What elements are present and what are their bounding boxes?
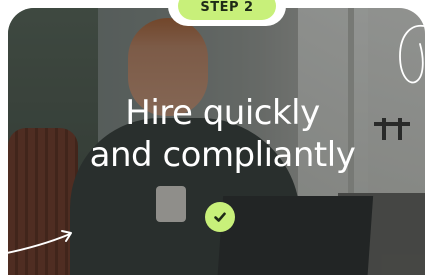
check-icon-glyph (214, 212, 226, 222)
loop-doodle-icon (399, 24, 425, 84)
headline-line-1: Hire quickly (125, 93, 320, 133)
step-card-section: STEP 2 Hire quickly and compliantly (0, 0, 425, 275)
check-icon (205, 202, 235, 232)
headline-line-2: and compliantly (89, 135, 356, 175)
headline: Hire quickly and compliantly (30, 92, 415, 176)
step-badge: STEP 2 (178, 0, 276, 20)
step-label: STEP 2 (200, 0, 254, 15)
curved-arrow-icon (1, 230, 72, 255)
